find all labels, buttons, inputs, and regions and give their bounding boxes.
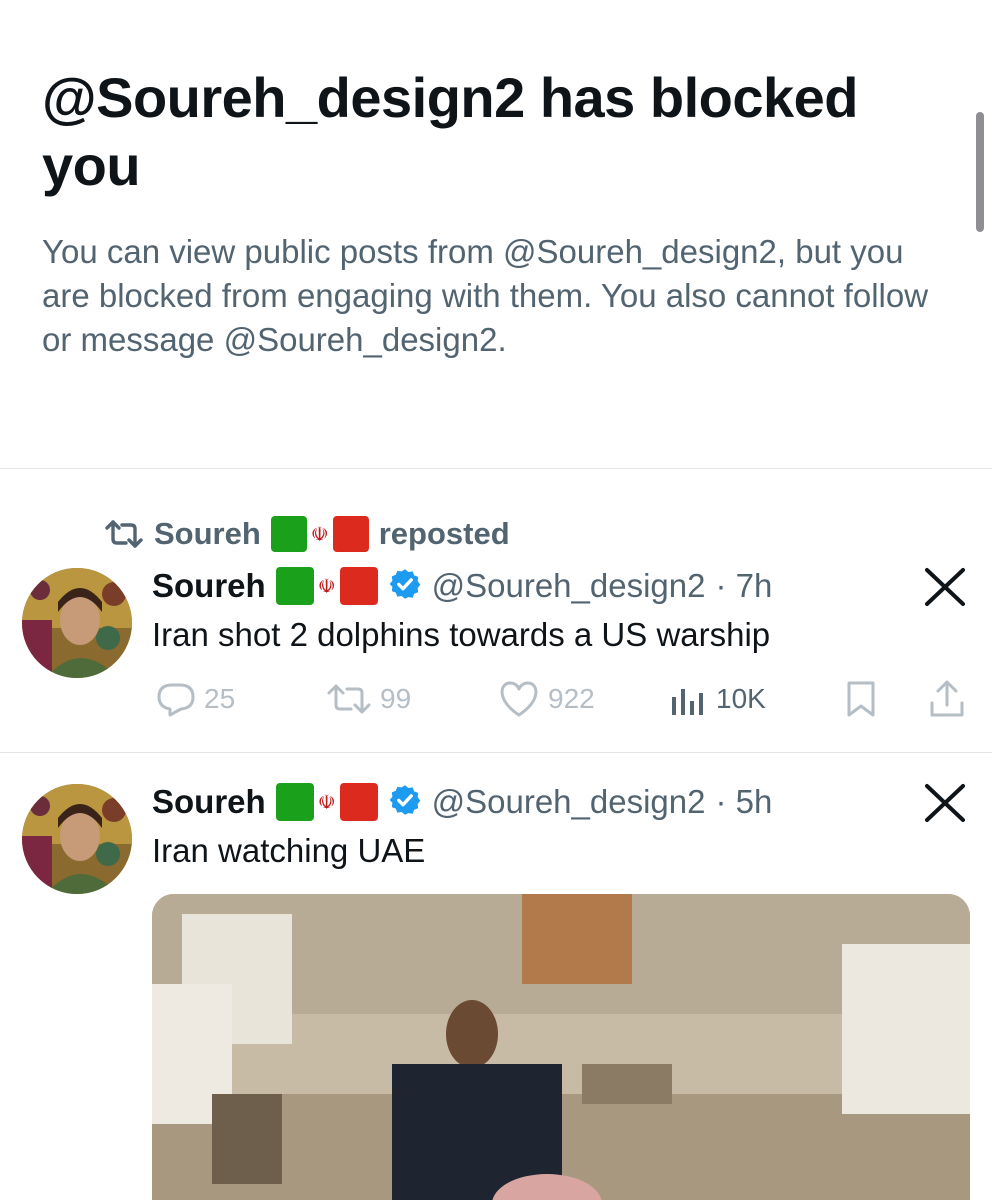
flag-emblem: ☫ [310,522,329,546]
post-time[interactable]: · 5h [716,783,773,821]
verified-badge-icon [388,783,422,822]
repost-icon [104,519,144,549]
share-icon [928,679,966,719]
flag-emblem: ☫ [317,574,336,598]
verified-badge-icon [388,567,422,606]
post-header: Soureh ☫ @Soureh_design2 · 5h [152,778,772,826]
author-handle[interactable]: @Soureh_design2 [432,567,706,605]
repost-label: reposted [378,516,510,551]
reply-count: 25 [204,683,236,714]
iran-flag-emoji: ☫ [275,567,378,605]
post-header: Soureh ☫ @Soureh_design2 · 7h [152,562,772,610]
iran-flag-emoji: ☫ [270,516,369,552]
author-handle[interactable]: @Soureh_design2 [432,783,706,821]
x-logo-icon[interactable] [922,566,968,613]
views-button[interactable]: 10K [668,678,766,720]
iran-flag-emoji: ☫ [275,783,378,821]
x-logo-icon[interactable] [922,782,968,829]
blocked-notice: @Soureh_design2 has blocked you You can … [42,64,952,362]
reply-icon [156,681,196,717]
repost-author-name: Soureh [154,516,261,551]
share-button[interactable] [928,678,966,720]
divider [0,468,992,469]
repost-indicator[interactable]: Soureh ☫ reposted [104,512,510,556]
repost-button[interactable]: 99 [326,678,411,720]
view-count: 10K [716,683,766,714]
bookmark-icon [844,680,878,718]
blocked-title: @Soureh_design2 has blocked you [42,66,859,197]
blocked-description: You can view public posts from @Soureh_d… [42,233,929,358]
post-text: Iran shot 2 dolphins towards a US warshi… [152,616,771,653]
reply-button[interactable]: 25 [156,678,235,720]
divider [0,752,992,753]
flag-emblem: ☫ [317,790,336,814]
like-button[interactable]: 922 [498,678,595,720]
blocked-profile-page: @Soureh_design2 has blocked you You can … [0,0,992,1200]
post-actions: 25 99 922 10K [156,678,972,720]
author-name[interactable]: Soureh [152,783,266,821]
author-name[interactable]: Soureh [152,567,266,605]
analytics-icon [668,681,708,717]
heart-icon [498,680,540,718]
avatar[interactable] [22,784,132,894]
post-time[interactable]: · 7h [716,567,773,605]
like-count: 922 [548,683,595,714]
avatar[interactable] [22,568,132,678]
post-photo[interactable] [152,894,970,1200]
repost-icon [326,683,372,715]
post-text: Iran watching UAE [152,832,426,869]
scrollbar[interactable] [976,112,984,232]
repost-count: 99 [380,683,412,714]
bookmark-button[interactable] [844,678,878,720]
